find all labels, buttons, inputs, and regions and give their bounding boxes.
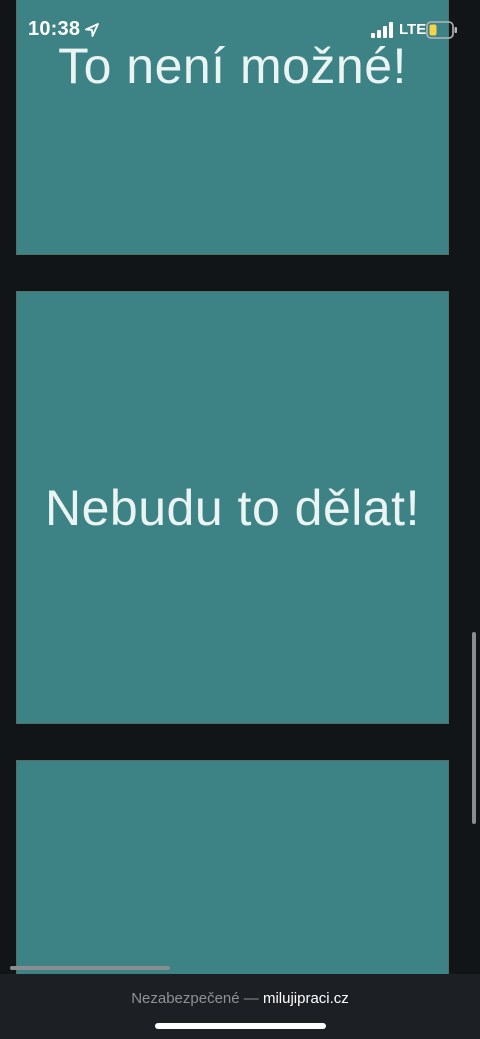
home-indicator[interactable]: [155, 1023, 326, 1029]
card-3: [16, 760, 449, 990]
battery-low-icon: [426, 21, 457, 39]
cellular-signal-icon: [371, 22, 393, 38]
network-type-label: LTE: [399, 21, 427, 38]
security-label: Nezabezpečené —: [131, 990, 259, 1007]
url-domain: milujipraci.cz: [262, 990, 349, 1007]
url-display[interactable]: Nezabezpečené — milujipraci.cz: [0, 990, 480, 1007]
location-arrow-icon: [85, 23, 99, 37]
card-2: Nebudu to dělat!: [16, 291, 449, 724]
vertical-scrollbar[interactable]: [472, 632, 476, 824]
status-bar: 10:38 LTE: [0, 0, 480, 58]
status-time: 10:38: [28, 18, 81, 40]
screen: 10:38 LTE To není možné! Nebudu to dělat…: [0, 0, 480, 1039]
browser-address-bar[interactable]: Nezabezpečené — milujipraci.cz: [0, 974, 480, 1039]
horizontal-scrollbar[interactable]: [10, 966, 170, 970]
card-2-text: Nebudu to dělat!: [45, 479, 420, 536]
